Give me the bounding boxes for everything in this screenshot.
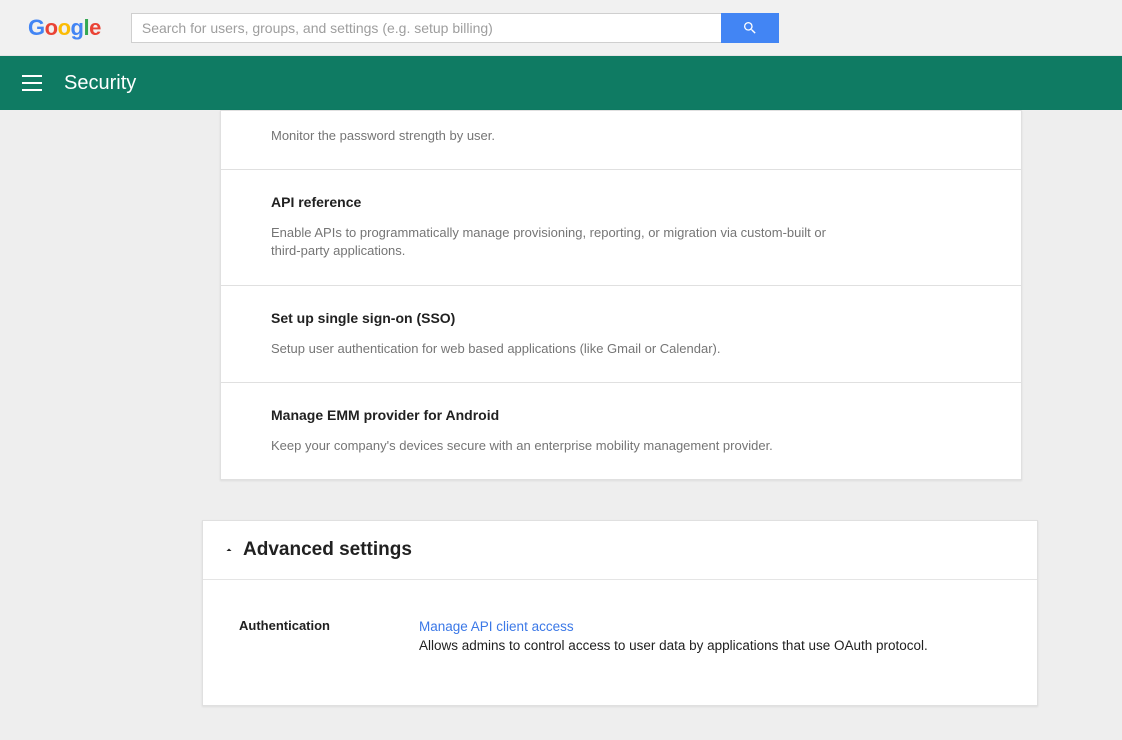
card-desc: Keep your company's devices secure with … <box>271 437 831 455</box>
manage-api-client-access-link[interactable]: Manage API client access <box>419 619 574 634</box>
advanced-link-desc: Allows admins to control access to user … <box>419 638 1001 653</box>
advanced-settings-card: Advanced settings Authentication Manage … <box>202 520 1038 706</box>
advanced-section-label: Authentication <box>239 618 419 653</box>
card-desc: Monitor the password strength by user. <box>271 127 831 145</box>
card-desc: Setup user authentication for web based … <box>271 340 831 358</box>
card-api-reference[interactable]: API reference Enable APIs to programmati… <box>221 170 1021 285</box>
card-title: API reference <box>271 194 971 210</box>
logo-letter: g <box>71 15 84 41</box>
logo-letter: e <box>89 15 101 41</box>
search-input[interactable] <box>131 13 721 43</box>
logo-letter: o <box>45 15 58 41</box>
search-box <box>131 13 779 43</box>
advanced-settings-toggle[interactable]: Advanced settings <box>203 521 1037 580</box>
section-header: Security <box>0 56 1122 110</box>
card-emm-android[interactable]: Manage EMM provider for Android Keep you… <box>221 383 1021 479</box>
card-title: Set up single sign-on (SSO) <box>271 310 971 326</box>
card-sso[interactable]: Set up single sign-on (SSO) Setup user a… <box>221 286 1021 383</box>
advanced-settings-title: Advanced settings <box>243 539 412 561</box>
menu-icon[interactable] <box>22 75 42 91</box>
google-logo[interactable]: G o o g l e <box>28 15 101 41</box>
search-icon <box>742 20 758 36</box>
advanced-settings-body: Authentication Manage API client access … <box>203 580 1037 705</box>
page-title: Security <box>64 72 136 95</box>
settings-card-group: Monitor the password strength by user. A… <box>220 110 1022 480</box>
advanced-section-content: Manage API client access Allows admins t… <box>419 618 1001 653</box>
card-title: Manage EMM provider for Android <box>271 407 971 423</box>
search-button[interactable] <box>721 13 779 43</box>
logo-letter: o <box>58 15 71 41</box>
logo-letter: G <box>28 15 45 41</box>
chevron-up-icon <box>223 544 235 556</box>
card-desc: Enable APIs to programmatically manage p… <box>271 224 831 260</box>
top-bar: G o o g l e <box>0 0 1122 56</box>
card-password-monitoring[interactable]: Monitor the password strength by user. <box>221 111 1021 170</box>
content-area: Monitor the password strength by user. A… <box>0 110 1122 706</box>
